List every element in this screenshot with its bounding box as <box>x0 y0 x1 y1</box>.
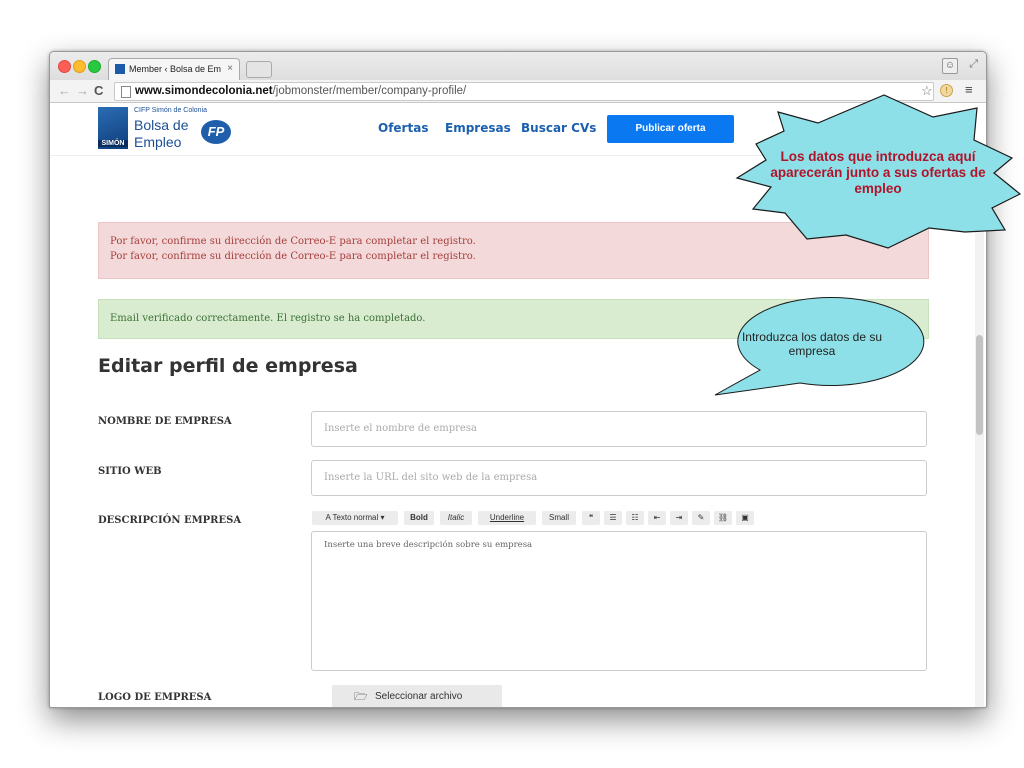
url-host: www.simondecolonia.net <box>135 85 273 97</box>
reload-icon[interactable]: C <box>94 83 103 98</box>
pencil-icon[interactable]: ✎ <box>692 511 710 525</box>
link-icon[interactable]: ⛓ <box>714 511 732 525</box>
alert-danger-line-2: Por favor, confirme su dirección de Corr… <box>110 251 476 262</box>
text-style-dropdown[interactable]: A Texto normal ▾ <box>312 511 398 525</box>
logo-small-text: CIFP Simón de Colonia <box>134 107 208 114</box>
minimize-window-button[interactable] <box>73 60 86 73</box>
tab-close-icon[interactable]: × <box>227 63 233 74</box>
company-name-label: NOMBRE DE EMPRESA <box>98 416 232 427</box>
company-name-placeholder: Inserte el nombre de empresa <box>324 423 477 434</box>
website-placeholder: Inserte la URL del sito web de la empres… <box>324 472 538 483</box>
alert-success-text: Email verificado correctamente. El regis… <box>110 313 426 324</box>
select-file-button[interactable]: 🗁 Seleccionar archivo <box>332 685 502 707</box>
nav-ofertas[interactable]: Ofertas <box>378 121 428 135</box>
logo-mark-icon: SIMÓN <box>98 107 128 149</box>
extension-alert-icon[interactable]: ! <box>940 84 953 97</box>
page-scrollbar[interactable] <box>975 155 984 707</box>
small-button[interactable]: Small <box>542 511 576 525</box>
logo-side-text: SIMÓN <box>98 140 128 147</box>
address-bar[interactable]: www.simondecolonia.net/jobmonster/member… <box>114 82 934 101</box>
logo-line1: Bolsa de <box>134 117 189 133</box>
profile-icon[interactable]: ☺ <box>942 58 958 74</box>
page-title: Editar perfil de empresa <box>98 355 358 377</box>
indent-icon[interactable]: ⇥ <box>670 511 688 525</box>
ordered-list-icon[interactable]: ☷ <box>626 511 644 525</box>
description-placeholder: Inserte una breve descripción sobre su e… <box>324 540 533 550</box>
nav-buscar-cvs[interactable]: Buscar CVs <box>521 121 596 135</box>
bookmark-star-icon[interactable]: ☆ <box>921 83 933 99</box>
logo-label: LOGO DE EMPRESA <box>98 692 212 703</box>
page-icon <box>121 86 131 98</box>
select-file-label: Seleccionar archivo <box>375 691 463 702</box>
description-label: DESCRIPCIÓN EMPRESA <box>98 515 242 526</box>
unordered-list-icon[interactable]: ☰ <box>604 511 622 525</box>
maximize-window-button[interactable] <box>88 60 101 73</box>
new-tab-button[interactable] <box>246 61 272 78</box>
url-path: /jobmonster/member/company-profile/ <box>272 85 467 97</box>
publish-offer-button[interactable]: Publicar oferta <box>607 115 734 143</box>
browser-tab-strip: Member ‹ Bolsa de Emplea × ☺ ⤢ <box>50 52 986 81</box>
close-window-button[interactable] <box>58 60 71 73</box>
outdent-icon[interactable]: ⇤ <box>648 511 666 525</box>
folder-open-icon: 🗁 <box>354 691 368 703</box>
logo-fp-badge: FP <box>201 120 231 144</box>
tab-title: Member ‹ Bolsa de Emplea <box>129 64 221 74</box>
back-arrow-icon[interactable]: ← <box>58 83 71 98</box>
alert-confirm-email: Por favor, confirme su dirección de Corr… <box>98 222 929 279</box>
website-input[interactable]: Inserte la URL del sito web de la empres… <box>311 460 927 496</box>
forward-arrow-icon[interactable]: → <box>76 83 89 98</box>
browser-toolbar: ← → C www.simondecolonia.net/jobmonster/… <box>50 80 986 103</box>
favicon-icon <box>115 64 125 74</box>
url-text: www.simondecolonia.net/jobmonster/member… <box>135 83 466 100</box>
quote-icon[interactable]: ❝ <box>582 511 600 525</box>
menu-icon[interactable]: ≡ <box>965 82 973 97</box>
scrollbar-thumb[interactable] <box>976 335 983 435</box>
bold-button[interactable]: Bold <box>404 511 434 525</box>
company-name-input[interactable]: Inserte el nombre de empresa <box>311 411 927 447</box>
website-label: SITIO WEB <box>98 466 162 477</box>
fullscreen-icon[interactable]: ⤢ <box>969 58 978 71</box>
image-icon[interactable]: ▣ <box>736 511 754 525</box>
nav-empresas[interactable]: Empresas <box>445 121 511 135</box>
explosion-callout-text: Los datos que introduzca aquí aparecerán… <box>770 149 986 196</box>
italic-button[interactable]: Italic <box>440 511 472 525</box>
site-logo[interactable]: SIMÓN CIFP Simón de Colonia Bolsa de Emp… <box>98 107 258 151</box>
alert-danger-line-1: Por favor, confirme su dirección de Corr… <box>110 236 476 247</box>
speech-callout-text: Introduzca los datos de su empresa <box>741 330 883 358</box>
logo-line2: Empleo <box>134 134 182 150</box>
underline-button[interactable]: Underline <box>478 511 536 525</box>
description-textarea[interactable]: Inserte una breve descripción sobre su e… <box>311 531 927 671</box>
browser-tab[interactable]: Member ‹ Bolsa de Emplea × <box>108 58 240 81</box>
